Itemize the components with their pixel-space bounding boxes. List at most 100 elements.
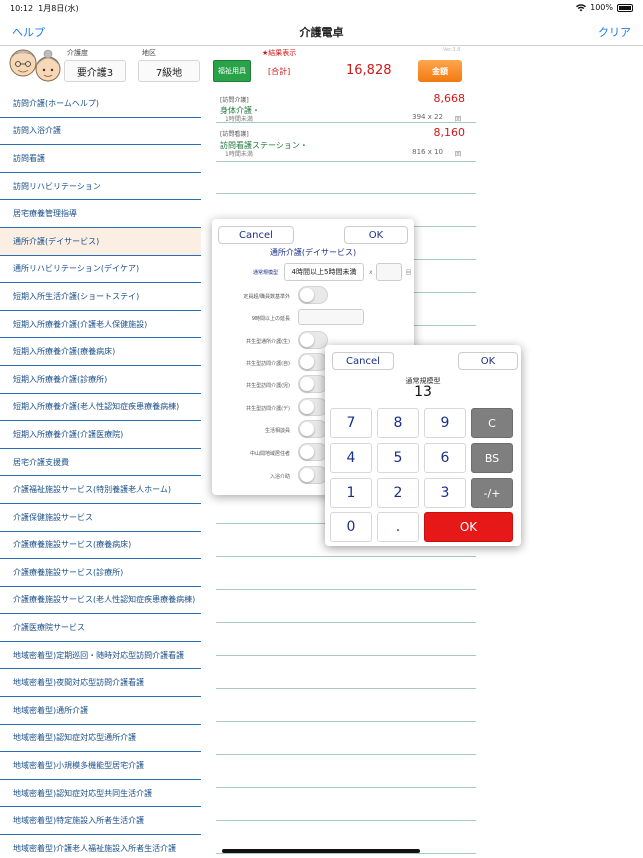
key-backspace[interactable]: BS [471,443,513,473]
option-label: 共生型訪問介護(デ) [246,406,290,412]
list-item[interactable]: 介護医療院サービス [0,614,201,642]
welfare-equipment-button[interactable]: 福祉用具 [213,60,251,82]
list-item-selected[interactable]: 通所介護(デイサービス) [0,227,201,256]
region-label: 地区 [142,49,156,57]
list-item[interactable]: 訪問入浴介護 [0,118,201,146]
option-toggle[interactable] [298,466,328,484]
key-sign-toggle[interactable]: -/+ [471,478,513,508]
row-divider [216,787,476,788]
key-3[interactable]: 3 [424,478,466,508]
option-toggle[interactable] [298,353,328,371]
list-item[interactable]: 地域密着型)認知症対応型共同生活介護 [0,780,201,808]
list-item[interactable]: 地域密着型)定期巡回・随時対応型訪問介護看護 [0,642,201,670]
list-item[interactable]: 短期入所療養介護(診療所) [0,366,201,394]
list-item[interactable]: 地域密着型)小規模多機能型居宅介護 [0,752,201,780]
option-label: 共生型訪問介護(児) [246,383,290,389]
list-item[interactable]: 居宅介護支援費 [0,449,201,477]
option-toggle[interactable] [298,420,328,438]
key-5[interactable]: 5 [377,443,419,473]
duration-select[interactable]: 4時間以上5時間未満 [284,263,364,281]
keypad-value: 13 [414,384,432,400]
times-unit: 回 [406,270,412,276]
row-divider [216,721,476,722]
option-toggle[interactable] [298,398,328,416]
list-item[interactable]: 介護療養施設サービス(診療所) [0,559,201,587]
key-2[interactable]: 2 [377,478,419,508]
popup-title: 通所介護(デイサービス) [269,248,357,257]
list-item[interactable]: 地域密着型)認知症対応型通所介護 [0,725,201,753]
row-divider [216,754,476,755]
times-input[interactable] [376,263,402,281]
care-level-select[interactable]: 要介護3 [64,60,126,82]
entry-amount: 8,160 [433,126,466,139]
list-item[interactable]: 訪問リハビリテーション [0,173,201,201]
key-6[interactable]: 6 [424,443,466,473]
list-item[interactable]: 介護福祉施設サービス(特別養護老人ホーム) [0,476,201,504]
key-clear[interactable]: C [471,408,513,438]
keypad-ok-button[interactable]: OK [458,352,518,370]
amount-button[interactable]: 金額 [418,60,462,82]
row-divider [216,122,476,123]
key-7[interactable]: 7 [330,408,372,438]
option-label: 入浴介助 [269,474,290,480]
list-item[interactable]: 居宅療養管理指導 [0,200,201,228]
list-item[interactable]: 短期入所生活介護(ショートステイ) [0,283,201,311]
option-toggle[interactable] [298,375,328,393]
status-bar: 10:12 1月8日(水) 100% [0,0,643,16]
elderly-couple-icon [9,49,61,82]
entry-category: [訪問介護] [220,97,249,104]
care-level-label: 介護度 [67,49,88,57]
list-item[interactable]: 訪問看護 [0,145,201,173]
list-item[interactable]: 通所リハビリテーション(デイケア) [0,256,201,284]
list-item[interactable]: 訪問介護(ホームヘルプ) [0,90,201,118]
key-8[interactable]: 8 [377,408,419,438]
list-item[interactable]: 地域密着型)特定施設入所者生活介護 [0,807,201,836]
entry-detail: 1時間未満 [225,116,253,123]
keypad-cancel-button[interactable]: Cancel [332,352,394,370]
entry-calc: 816 x 10 [412,148,443,156]
key-decimal[interactable]: . [377,512,419,542]
app-title: 介護電卓 [299,26,344,39]
list-item[interactable]: 短期入所療養介護(老人性認知症疾患療養病棟) [0,394,201,422]
row-divider [216,193,476,194]
entry-calc: 394 x 22 [412,113,443,121]
entry-category: [訪問看護] [220,131,249,138]
option-label: 定員超/職員数基準外 [243,294,290,300]
key-1[interactable]: 1 [330,478,372,508]
list-item[interactable]: 介護保健施設サービス [0,504,201,532]
result-display-note: ★結果表示 [262,49,297,57]
list-item[interactable]: 短期入所療養介護(介護老人保健施設) [0,311,201,339]
extension-input[interactable] [298,309,364,325]
key-enter[interactable]: OK [424,512,513,542]
ok-button[interactable]: OK [344,226,408,244]
list-item[interactable]: 短期入所療養介護(療養病床) [0,338,201,366]
row-divider [216,688,476,689]
row-divider [216,853,476,854]
cancel-button[interactable]: Cancel [218,226,294,244]
service-list: 訪問介護(ホームヘルプ) 訪問入浴介護 訪問看護 訪問リハビリテーション 居宅療… [0,90,201,858]
list-item[interactable]: 地域密着型)夜間対応型訪問介護看護 [0,669,201,698]
list-item[interactable]: 短期入所療養介護(介護医療院) [0,421,201,449]
entry-unit: 回 [454,151,461,158]
entry-amount: 8,668 [433,92,466,105]
status-right: 100% [576,3,633,12]
key-0[interactable]: 0 [330,512,372,542]
option-toggle[interactable] [298,443,328,461]
option-toggle[interactable] [298,331,328,349]
entry-unit: 回 [454,116,461,123]
row-divider [216,622,476,623]
region-select[interactable]: 7級地 [138,60,200,82]
list-item[interactable]: 地域密着型)通所介護 [0,697,201,725]
list-item[interactable]: 地域密着型)介護老人福祉施設入所者生活介護 [0,835,201,858]
home-indicator [222,849,420,853]
key-9[interactable]: 9 [424,408,466,438]
result-entry[interactable]: [訪問介護] 8,668 身体介護・ 1時間未満 394 x 22 回 [216,90,466,123]
option-label: 中山間地域居住者 [249,451,290,457]
result-entry[interactable]: [訪問看護] 8,160 訪問看護ステーション・ 1時間未満 816 x 10 … [216,125,466,158]
list-item[interactable]: 介護療養施設サービス(老人性認知症疾患療養病棟) [0,587,201,615]
clear-button[interactable]: クリア [598,24,631,40]
option-toggle[interactable] [298,286,328,304]
key-4[interactable]: 4 [330,443,372,473]
entry-detail: 1時間未満 [225,151,253,158]
list-item[interactable]: 介護療養施設サービス(療養病床) [0,532,201,560]
